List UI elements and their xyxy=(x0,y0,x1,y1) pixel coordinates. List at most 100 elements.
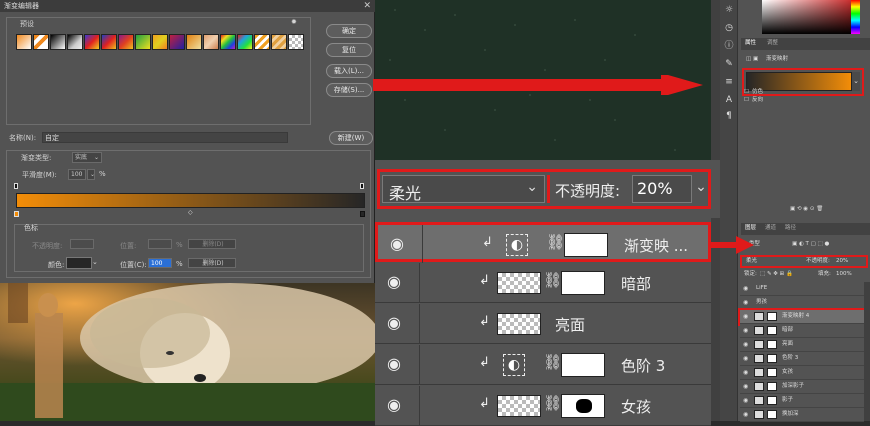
layers-blend-mode[interactable]: 柔光 xyxy=(746,255,757,268)
opacity-stop-right[interactable] xyxy=(360,183,364,189)
big-layer-row[interactable]: ◉ ↲ ◐ ⛓ 渐变映 ... xyxy=(375,222,711,265)
chain-link-icon[interactable]: ⛓ xyxy=(543,353,562,371)
layer-row[interactable]: ◉ 女孩 xyxy=(740,366,864,380)
brush-icon[interactable]: ✎ xyxy=(723,58,735,70)
gear-icon[interactable]: ✹ xyxy=(291,18,297,26)
layer-row[interactable]: ◉ 渐变映射 4 xyxy=(738,308,866,326)
chevron-down-icon[interactable]: ⌄ xyxy=(92,258,98,266)
chevron-down-icon[interactable]: ⌄ xyxy=(852,72,860,91)
eye-icon[interactable]: ◉ xyxy=(390,234,404,253)
scrollbar[interactable] xyxy=(864,282,870,421)
layer-mask[interactable] xyxy=(561,394,605,418)
layer-row[interactable]: ◉ 加深影子 xyxy=(740,380,864,394)
preset-swatch[interactable] xyxy=(237,34,253,50)
eye-icon[interactable]: ◉ xyxy=(387,395,401,414)
properties-footer-icons[interactable]: ▣ ⟲ ◉ ⊙ 🗑 xyxy=(790,203,823,216)
layer-row[interactable]: ◉ 暗部 xyxy=(740,324,864,338)
delete-button[interactable]: 删除(D) xyxy=(188,258,236,268)
tab-adjustments[interactable]: 调整 xyxy=(767,37,778,50)
tab-paths[interactable]: 路径 xyxy=(785,222,796,235)
eye-icon[interactable]: ◉ xyxy=(743,285,748,292)
paragraph-icon[interactable]: ¶ xyxy=(723,110,735,122)
eye-icon[interactable]: ◉ xyxy=(743,299,748,306)
smoothness-field[interactable]: 100 xyxy=(68,169,86,180)
preset-swatch[interactable] xyxy=(186,34,202,50)
layer-mask[interactable] xyxy=(564,233,608,257)
blend-mode-select[interactable]: 柔光 ⌄ xyxy=(382,175,545,203)
location-field[interactable] xyxy=(148,239,172,249)
reverse-checkbox[interactable]: ☐ xyxy=(744,94,749,107)
eye-icon[interactable]: ◉ xyxy=(743,397,748,404)
preset-swatch[interactable] xyxy=(271,34,287,50)
tab-channels[interactable]: 通道 xyxy=(765,222,776,235)
sun-icon[interactable]: ☼ xyxy=(723,4,735,16)
eye-icon[interactable]: ◉ xyxy=(387,272,401,291)
preset-swatch[interactable] xyxy=(288,34,304,50)
name-field[interactable]: 自定 xyxy=(42,132,288,143)
preset-swatch[interactable] xyxy=(169,34,185,50)
color-stop-left[interactable] xyxy=(14,211,19,217)
tab-properties[interactable]: 属性 xyxy=(745,37,756,50)
chain-link-icon[interactable]: ⛓ xyxy=(546,233,565,251)
big-layer-row[interactable]: ◉ ↲ 亮面 xyxy=(375,304,711,344)
layers-opacity-value[interactable]: 20% xyxy=(836,255,848,268)
hue-slider[interactable] xyxy=(851,0,860,34)
preset-swatch[interactable] xyxy=(101,34,117,50)
preset-swatch[interactable] xyxy=(118,34,134,50)
text-icon[interactable]: A xyxy=(723,94,735,106)
layer-row[interactable]: ◉ 色阶 3 xyxy=(740,352,864,366)
eye-icon[interactable]: ◉ xyxy=(743,383,748,390)
layer-row[interactable]: ◉ LiFE xyxy=(740,282,864,296)
gradient-type-select[interactable]: 实底 ⌄ xyxy=(72,152,102,163)
chevron-down-icon[interactable]: ⌄ xyxy=(693,175,709,203)
color-swatch[interactable] xyxy=(66,257,92,269)
tab-layers[interactable]: 图层 xyxy=(745,222,756,235)
layer-mask[interactable] xyxy=(561,353,605,377)
layer-row[interactable]: ◉ 影子 xyxy=(740,394,864,408)
gradient-bar[interactable] xyxy=(16,193,365,208)
preset-swatch[interactable] xyxy=(50,34,66,50)
ok-button[interactable]: 确定 xyxy=(326,24,372,38)
opacity-field[interactable]: 20% xyxy=(632,175,692,203)
chain-link-icon[interactable]: ⛓ xyxy=(543,271,562,289)
eye-icon[interactable]: ◉ xyxy=(743,341,748,348)
eye-icon[interactable]: ◉ xyxy=(743,313,748,320)
location-c-field[interactable]: 100 xyxy=(148,258,172,268)
opacity-field[interactable] xyxy=(70,239,94,249)
color-stop-right[interactable] xyxy=(360,211,365,217)
new-button[interactable]: 新建(W) xyxy=(329,131,373,145)
fill-value[interactable]: 100% xyxy=(836,268,852,281)
clock-icon[interactable]: ◷ xyxy=(723,22,735,34)
lock-icons[interactable]: ⬚ ✎ ✥ ⊞ 🔒 xyxy=(760,268,793,281)
preset-swatch[interactable] xyxy=(135,34,151,50)
eye-icon[interactable]: ◉ xyxy=(743,327,748,334)
preset-swatch[interactable] xyxy=(84,34,100,50)
preset-swatch[interactable] xyxy=(203,34,219,50)
preset-swatch[interactable] xyxy=(254,34,270,50)
reset-button[interactable]: 复位 xyxy=(326,43,372,57)
load-button[interactable]: 载入(L)... xyxy=(326,64,372,78)
chain-link-icon[interactable]: ⛓ xyxy=(543,394,562,412)
save-button[interactable]: 存储(S)... xyxy=(326,83,372,97)
layer-row[interactable]: ◉ 换加深 xyxy=(740,408,864,422)
eye-icon[interactable]: ◉ xyxy=(387,313,401,332)
eye-icon[interactable]: ◉ xyxy=(743,411,748,418)
opacity-stop-left[interactable] xyxy=(14,183,18,189)
layer-row[interactable]: ◉ 男孩 xyxy=(740,296,864,310)
preset-swatch[interactable] xyxy=(67,34,83,50)
midpoint-diamond-icon[interactable]: ◇ xyxy=(188,209,193,216)
big-layer-row[interactable]: ◉ ↲ ◐ ⛓ 色阶 3 xyxy=(375,345,711,385)
big-layer-row[interactable]: ◉ ↲ ⛓ 暗部 xyxy=(375,263,711,303)
close-icon[interactable]: ✕ xyxy=(363,0,371,12)
preset-swatch[interactable] xyxy=(152,34,168,50)
eye-icon[interactable]: ◉ xyxy=(743,369,748,376)
eye-icon[interactable]: ◉ xyxy=(743,355,748,362)
delete-button-disabled[interactable]: 删除(D) xyxy=(188,239,236,249)
preset-swatch[interactable] xyxy=(16,34,32,50)
preset-swatch[interactable] xyxy=(33,34,49,50)
layer-row[interactable]: ◉ 亮面 xyxy=(740,338,864,352)
layer-mask[interactable] xyxy=(561,271,605,295)
chevron-down-icon[interactable]: ⌄ xyxy=(87,169,95,180)
filter-icons[interactable]: ▣ ◐ T ▢ ⬚ ● xyxy=(792,238,829,251)
info-icon[interactable]: ⓘ xyxy=(723,40,735,52)
